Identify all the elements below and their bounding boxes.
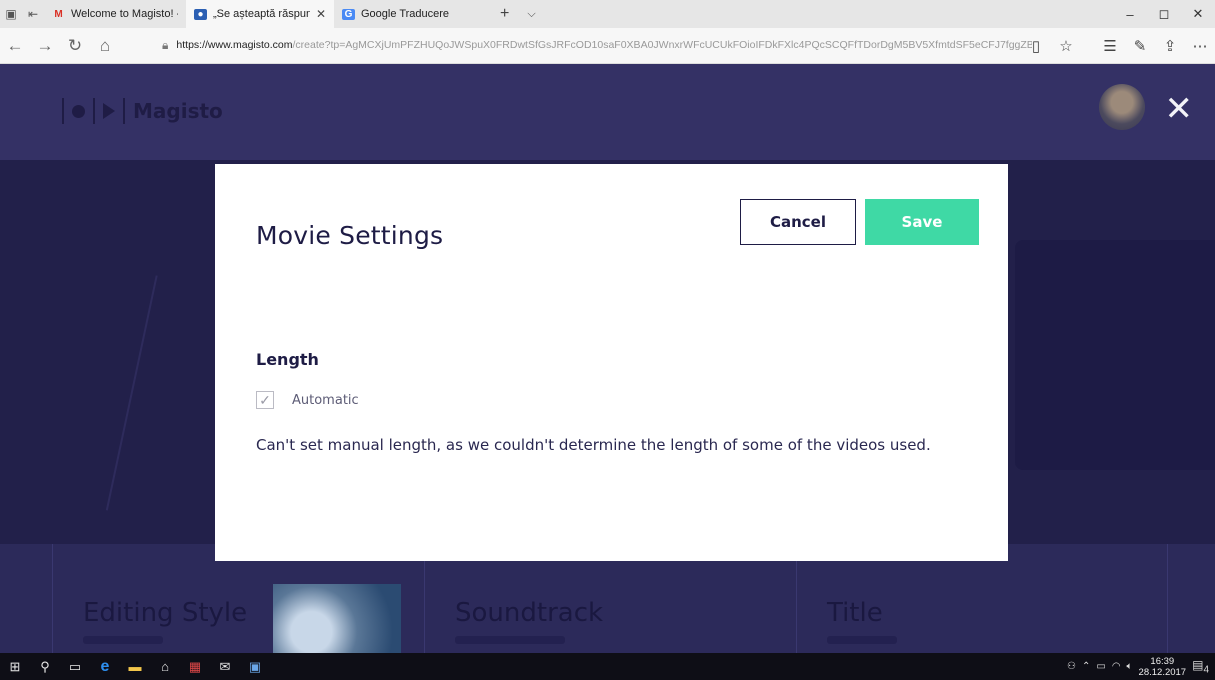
more-icon[interactable]: ⋯ (1185, 37, 1215, 55)
avatar[interactable] (1099, 84, 1145, 130)
home-icon[interactable]: ⌂ (90, 28, 120, 64)
people-icon[interactable]: ⚇ (1067, 661, 1076, 672)
battery-icon[interactable]: ▭ (1096, 661, 1105, 672)
tab-gmail[interactable]: M Welcome to Magisto! - agai (44, 0, 186, 28)
url-host: https://www.magisto.com (176, 39, 293, 51)
windows-start-icon[interactable]: ⊞ (0, 653, 30, 680)
chevron-up-icon[interactable]: ⌃ (1082, 661, 1090, 672)
favorites-hub-icon[interactable]: ☰ (1095, 37, 1125, 55)
store-icon[interactable]: ⌂ (150, 653, 180, 680)
close-window-button[interactable]: ✕ (1181, 0, 1215, 28)
url-path: /create?tp=AgMCXjUmPFZHUQoJWSpuX0FRDwtSf… (292, 39, 1032, 51)
clock[interactable]: 16:39 28.12.2017 (1139, 656, 1187, 678)
save-button[interactable]: Save (865, 199, 979, 245)
browser-tab-bar: ▣ ⇤ M Welcome to Magisto! - agai ● „Se a… (0, 0, 1215, 28)
tab-label: Welcome to Magisto! - agai (71, 8, 178, 20)
chevron-down-icon[interactable]: ⌵ (527, 8, 535, 21)
app-icon[interactable]: ▣ (240, 653, 270, 680)
length-note: Can't set manual length, as we couldn't … (256, 436, 931, 454)
volume-icon[interactable]: 🔈︎ (1127, 661, 1133, 672)
notifications-icon[interactable]: ▤4 (1192, 658, 1209, 675)
automatic-label: Automatic (292, 392, 359, 408)
tab-label: „Se așteaptă răspunsul (213, 8, 310, 20)
edge-icon[interactable]: e (90, 653, 120, 680)
logo-text: Magisto (133, 99, 223, 123)
checkmark-icon: ✓ (259, 392, 271, 408)
share-icon[interactable]: ⇪ (1155, 37, 1185, 55)
back-icon[interactable]: ← (0, 28, 30, 64)
minimize-button[interactable]: – (1113, 0, 1147, 28)
task-view-icon[interactable]: ▭ (60, 653, 90, 680)
automatic-option: ✓ Automatic (256, 391, 359, 409)
close-icon[interactable]: ✕ (1165, 92, 1194, 126)
pen-icon[interactable]: ✎ (1125, 37, 1155, 55)
magisto-icon: ● (194, 8, 207, 20)
windows-taskbar: ⊞ ⚲ ▭ e ▬ ⌂ ▦ ✉ ▣ ⚇ ⌃ ▭ ◠ 🔈︎ 16:39 28.12… (0, 653, 1215, 680)
gift-icon[interactable]: ▦ (180, 653, 210, 680)
card-title: Title (827, 598, 883, 628)
tab-aside-icon[interactable]: ⇤ (22, 0, 44, 28)
notification-count: 4 (1203, 664, 1209, 676)
url-field[interactable]: 🔒︎ https://www.magisto.com/create?tp=AgM… (162, 34, 1032, 56)
favorite-star-icon[interactable]: ☆ (1051, 37, 1081, 55)
mail-icon[interactable]: ✉ (210, 653, 240, 680)
site-header: Magisto ✕ (0, 64, 1215, 160)
clock-time: 16:39 (1150, 655, 1175, 667)
length-section-title: Length (256, 350, 319, 369)
gmail-icon: M (54, 8, 63, 20)
tab-magisto[interactable]: ● „Se așteaptă răspunsul ✕ (186, 0, 334, 28)
close-tab-icon[interactable]: ✕ (316, 7, 326, 21)
search-icon[interactable]: ⚲ (30, 653, 60, 680)
style-thumbnail (273, 584, 401, 653)
address-bar-row: ← → ↻ ⌂ 🔒︎ https://www.magisto.com/creat… (0, 28, 1215, 64)
movie-settings-modal: Movie Settings Cancel Save Length ✓ Auto… (215, 164, 1008, 561)
tab-preview-icon[interactable]: ▣ (0, 0, 22, 28)
page-background: Magisto ✕ Editing Style Soundtrack Title… (0, 64, 1215, 653)
tab-label: Google Traducere (361, 8, 450, 20)
refresh-icon[interactable]: ↻ (60, 28, 90, 64)
new-tab-icon[interactable]: + (500, 5, 509, 23)
reading-view-icon[interactable]: ▯ (1021, 37, 1051, 55)
card-title: Editing Style (83, 598, 248, 628)
translate-icon: G (342, 8, 355, 20)
wifi-icon[interactable]: ◠ (1112, 661, 1121, 672)
automatic-checkbox[interactable]: ✓ (256, 391, 274, 409)
maximize-button[interactable]: ◻ (1147, 0, 1181, 28)
forward-icon[interactable]: → (30, 28, 60, 64)
magisto-logo[interactable]: Magisto (62, 98, 223, 124)
card-title: Soundtrack (455, 598, 604, 628)
cancel-button[interactable]: Cancel (740, 199, 856, 245)
tab-translate[interactable]: G Google Traducere (334, 0, 482, 28)
clock-date: 28.12.2017 (1138, 666, 1187, 678)
lock-icon: 🔒︎ (162, 37, 169, 52)
modal-title: Movie Settings (256, 221, 444, 250)
file-explorer-icon[interactable]: ▬ (120, 653, 150, 680)
